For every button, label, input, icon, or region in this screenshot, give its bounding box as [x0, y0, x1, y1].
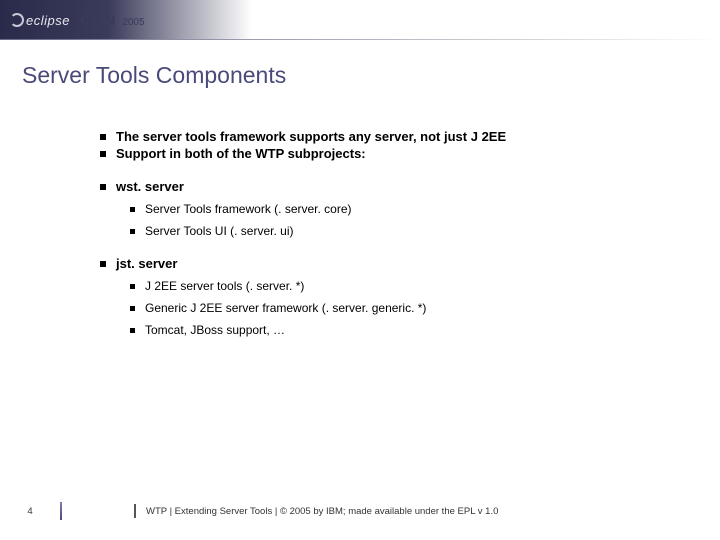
- brand-con: CON: [80, 12, 116, 29]
- square-bullet-icon: [130, 328, 135, 333]
- bullet-text: Tomcat, JBoss support, …: [145, 323, 285, 337]
- slide-title: Server Tools Components: [22, 62, 720, 89]
- footer-text: WTP | Extending Server Tools | © 2005 by…: [146, 506, 498, 517]
- bullet-level1-wst: wst. server: [100, 179, 720, 194]
- square-bullet-icon: [100, 261, 106, 267]
- bullet-level2: Tomcat, JBoss support, …: [130, 323, 720, 337]
- square-bullet-icon: [130, 229, 135, 234]
- bullet-text: wst. server: [116, 179, 184, 194]
- eclipsecon-logo: eclipse CON 2005: [14, 11, 145, 29]
- swirl-icon: [10, 13, 24, 27]
- square-bullet-icon: [130, 306, 135, 311]
- bullet-level2: Server Tools framework (. server. core): [130, 202, 720, 216]
- bullet-text: jst. server: [116, 256, 177, 271]
- footer-divider: [60, 502, 62, 520]
- header-divider: [0, 39, 720, 40]
- bullet-text: The server tools framework supports any …: [116, 129, 506, 144]
- bullet-text: Support in both of the WTP subprojects:: [116, 146, 366, 161]
- footer-divider: [134, 504, 136, 518]
- bullet-level2: Server Tools UI (. server. ui): [130, 224, 720, 238]
- bullet-text: Server Tools framework (. server. core): [145, 202, 352, 216]
- bullet-text: Server Tools UI (. server. ui): [145, 224, 294, 238]
- square-bullet-icon: [130, 284, 135, 289]
- slide-header: eclipse CON 2005: [0, 0, 720, 40]
- slide-content: The server tools framework supports any …: [100, 129, 720, 337]
- page-number: 4: [0, 506, 60, 517]
- square-bullet-icon: [100, 134, 106, 140]
- brand-eclipse: eclipse: [26, 13, 70, 28]
- bullet-text: Generic J 2EE server framework (. server…: [145, 301, 426, 315]
- square-bullet-icon: [100, 184, 106, 190]
- bullet-level1: Support in both of the WTP subprojects:: [100, 146, 720, 161]
- bullet-level2: J 2EE server tools (. server. *): [130, 279, 720, 293]
- slide-footer: 4 WTP | Extending Server Tools | © 2005 …: [0, 502, 720, 520]
- bullet-level1-jst: jst. server: [100, 256, 720, 271]
- square-bullet-icon: [130, 207, 135, 212]
- brand-year: 2005: [122, 17, 144, 28]
- bullet-text: J 2EE server tools (. server. *): [145, 279, 304, 293]
- bullet-level2: Generic J 2EE server framework (. server…: [130, 301, 720, 315]
- square-bullet-icon: [100, 151, 106, 157]
- bullet-level1: The server tools framework supports any …: [100, 129, 720, 144]
